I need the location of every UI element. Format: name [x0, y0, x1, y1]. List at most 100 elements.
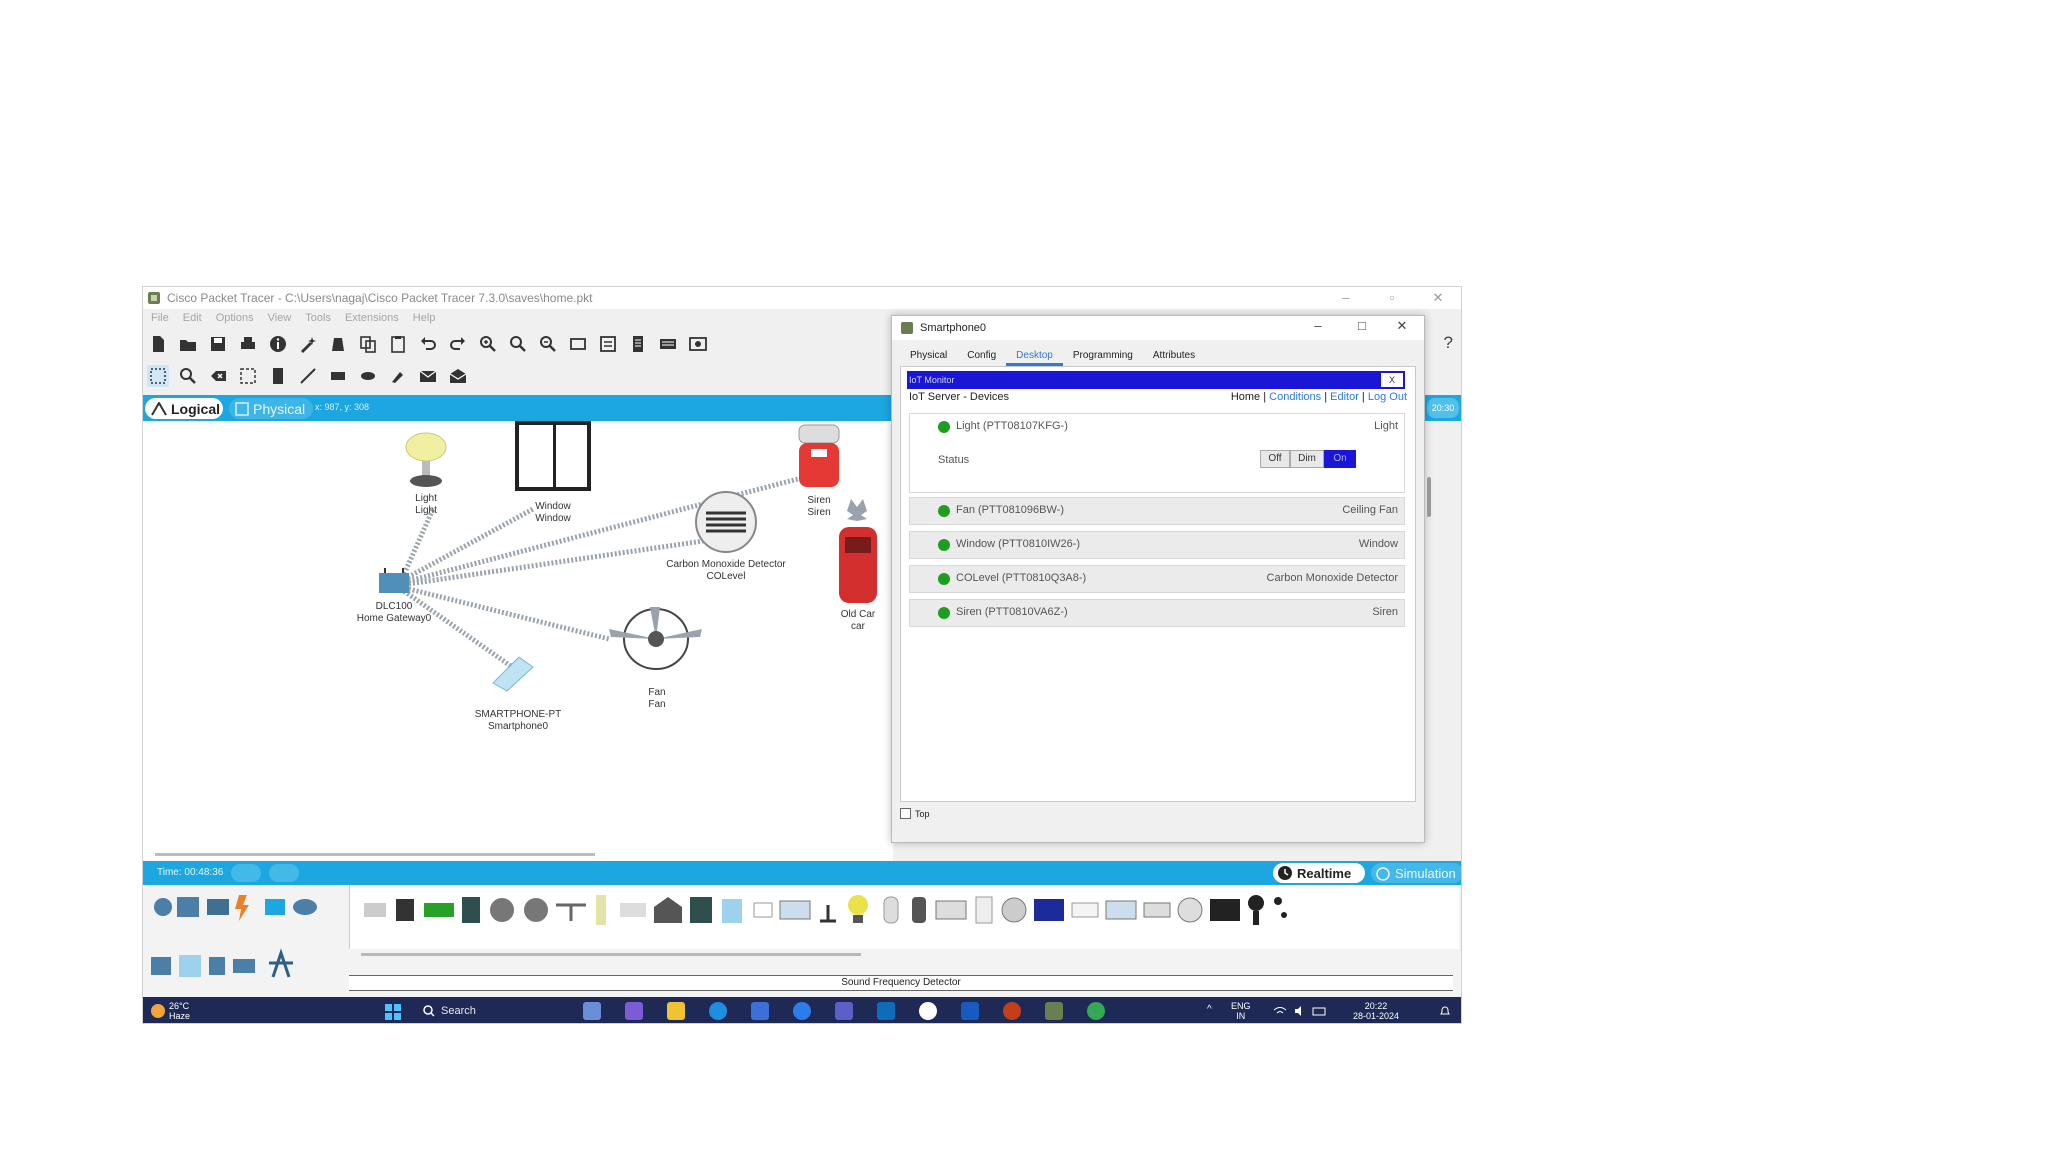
- redo-icon[interactable]: [447, 333, 469, 355]
- realtime-mode-button[interactable]: Realtime: [1273, 863, 1365, 883]
- delete-icon[interactable]: [207, 365, 229, 387]
- word-icon[interactable]: [961, 1002, 979, 1020]
- smart-city-category-icon[interactable]: [179, 955, 201, 977]
- device-item-icon[interactable]: [1177, 897, 1203, 923]
- simple-pdu-icon[interactable]: [417, 365, 439, 387]
- smartphone-minimize-icon[interactable]: –: [1298, 318, 1338, 333]
- menu-help[interactable]: Help: [413, 312, 436, 324]
- app-icon[interactable]: [793, 1002, 811, 1020]
- help-icon[interactable]: ?: [1444, 333, 1453, 353]
- fan-device-icon[interactable]: [601, 605, 711, 683]
- logical-workspace[interactable]: Light Light Window Window Siren Siren Carbo…: [143, 421, 893, 861]
- tower-category-icon[interactable]: [269, 948, 293, 978]
- device-item-icon[interactable]: [1071, 902, 1099, 918]
- pdu-icon[interactable]: [657, 333, 679, 355]
- status-off-button[interactable]: Off: [1260, 450, 1290, 468]
- tab-programming[interactable]: Programming: [1063, 348, 1143, 366]
- menu-tools[interactable]: Tools: [305, 312, 331, 324]
- outlook-icon[interactable]: [877, 1002, 895, 1020]
- ellipse-icon[interactable]: [357, 365, 379, 387]
- device-item-icon[interactable]: [935, 900, 967, 920]
- power-cycle-devices-button[interactable]: [231, 864, 261, 882]
- zoom-reset-icon[interactable]: [507, 333, 529, 355]
- weather-icon[interactable]: [149, 1001, 167, 1021]
- smartphone-close-icon[interactable]: ✕: [1382, 318, 1422, 334]
- device-item-icon[interactable]: [975, 896, 993, 924]
- old-car-device-icon[interactable]: [833, 497, 883, 607]
- device-item-icon[interactable]: [1001, 897, 1027, 923]
- network-info-icon[interactable]: [327, 333, 349, 355]
- drawing-palette-icon[interactable]: [567, 333, 589, 355]
- print-icon[interactable]: [237, 333, 259, 355]
- workspace-horizontal-scrollbar[interactable]: [155, 853, 595, 856]
- nav-logout[interactable]: Log Out: [1368, 391, 1407, 403]
- device-item-icon[interactable]: [396, 899, 414, 921]
- device-item-icon[interactable]: [596, 895, 606, 925]
- info-icon[interactable]: [267, 333, 289, 355]
- language-indicator[interactable]: ENG IN: [1231, 1001, 1251, 1021]
- industrial-category-icon[interactable]: [209, 957, 225, 975]
- zoom-out-icon[interactable]: [537, 333, 559, 355]
- teams-chat-icon[interactable]: [625, 1002, 643, 1020]
- resize-icon[interactable]: [237, 365, 259, 387]
- smartphone-device-icon[interactable]: [489, 653, 539, 693]
- windows-start-icon[interactable]: [385, 1004, 401, 1020]
- miscellaneous-category-icon[interactable]: [265, 899, 285, 915]
- freeform-icon[interactable]: [387, 365, 409, 387]
- taskbar-clock[interactable]: 20:22 28-01-2024: [1353, 1001, 1399, 1021]
- tab-physical[interactable]: Physical: [229, 398, 313, 419]
- chrome-icon[interactable]: [919, 1002, 937, 1020]
- device-item-icon[interactable]: [1274, 897, 1287, 918]
- minimize-icon[interactable]: –: [1323, 287, 1369, 309]
- maximize-icon[interactable]: ▫: [1369, 287, 1415, 309]
- device-item-icon[interactable]: [490, 898, 514, 922]
- smartphone-maximize-icon[interactable]: □: [1342, 318, 1382, 333]
- device-item-icon[interactable]: [722, 899, 742, 923]
- end-devices-category-icon[interactable]: [177, 897, 199, 917]
- desktop-scrollbar[interactable]: [1427, 477, 1431, 517]
- undo-icon[interactable]: [417, 333, 439, 355]
- save-icon[interactable]: [207, 333, 229, 355]
- note-icon[interactable]: [267, 365, 289, 387]
- weather-widget[interactable]: 26°C Haze: [169, 1001, 190, 1021]
- top-checkbox-box[interactable]: [900, 808, 911, 819]
- network-devices-category-icon[interactable]: [154, 898, 172, 916]
- light-bulb-icon[interactable]: [848, 895, 868, 923]
- garage-door-icon[interactable]: [654, 897, 682, 923]
- battery-icon[interactable]: [424, 903, 454, 917]
- status-dim-button[interactable]: Dim: [1290, 450, 1324, 468]
- device-item-icon[interactable]: [883, 896, 899, 924]
- close-icon[interactable]: ✕: [1415, 287, 1461, 309]
- menu-view[interactable]: View: [268, 312, 292, 324]
- siren-device-icon[interactable]: [795, 423, 843, 491]
- nav-home[interactable]: Home: [1231, 391, 1260, 403]
- task-view-icon[interactable]: [583, 1002, 601, 1020]
- device-item-icon[interactable]: [912, 897, 926, 923]
- fast-forward-time-button[interactable]: [269, 864, 299, 882]
- menu-options[interactable]: Options: [216, 312, 254, 324]
- open-folder-icon[interactable]: [177, 333, 199, 355]
- store-icon[interactable]: [751, 1002, 769, 1020]
- status-on-button[interactable]: On: [1324, 450, 1356, 468]
- chrome-profile-icon[interactable]: [1087, 1002, 1105, 1020]
- components-category-icon[interactable]: [207, 899, 229, 915]
- nav-editor[interactable]: Editor: [1330, 391, 1359, 403]
- device-item-icon[interactable]: [1248, 895, 1264, 925]
- rectangle-icon[interactable]: [327, 365, 349, 387]
- menu-edit[interactable]: Edit: [183, 312, 202, 324]
- menu-extensions[interactable]: Extensions: [345, 312, 399, 324]
- zoom-in-icon[interactable]: [477, 333, 499, 355]
- palette-scrollbar[interactable]: [361, 953, 861, 956]
- tab-physical-device[interactable]: Physical: [900, 348, 957, 366]
- inspect-icon[interactable]: [177, 365, 199, 387]
- device-item-window[interactable]: Window (PTT0810IW26-) Window: [909, 531, 1405, 559]
- device-item-colevel[interactable]: COLevel (PTT0810Q3A8-) Carbon Monoxide D…: [909, 565, 1405, 593]
- device-item-icon[interactable]: [1143, 902, 1171, 918]
- tray-overflow-icon[interactable]: ^: [1207, 1005, 1212, 1015]
- system-tray-icons[interactable]: [1273, 1005, 1327, 1017]
- taskbar-search[interactable]: Search: [419, 1001, 597, 1021]
- edge-icon[interactable]: [709, 1002, 727, 1020]
- line-icon[interactable]: [297, 365, 319, 387]
- teams-icon[interactable]: [835, 1002, 853, 1020]
- menu-file[interactable]: File: [151, 312, 169, 324]
